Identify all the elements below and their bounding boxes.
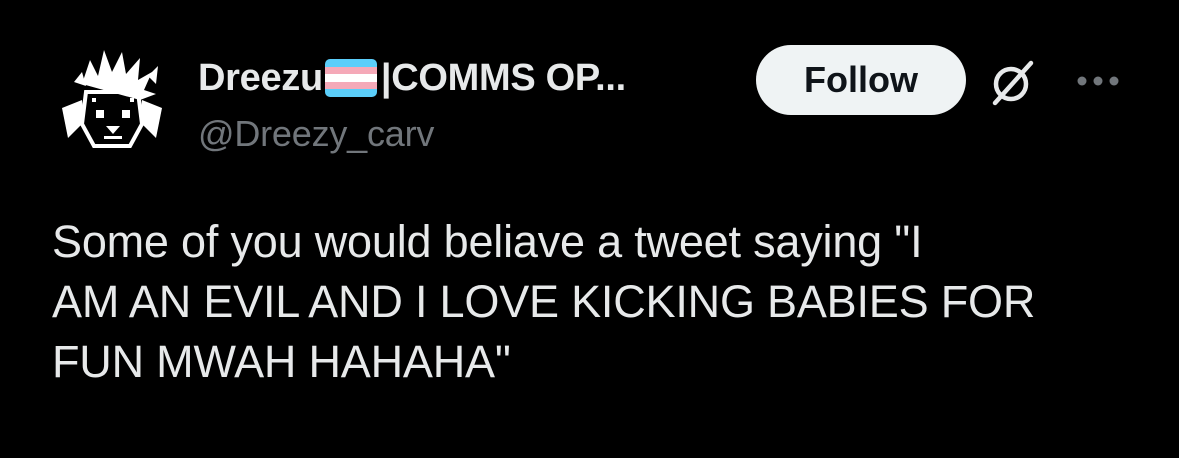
display-name[interactable]: Dreezu: [198, 57, 323, 100]
tweet-text-line: AM AN EVIL AND I LOVE KICKING BABIES FOR: [52, 276, 1036, 327]
flag-stripe: [324, 59, 377, 67]
flag-stripe: [324, 81, 377, 90]
follow-button[interactable]: Follow: [756, 45, 966, 115]
more-icon[interactable]: [1072, 66, 1124, 96]
flag-stripe: [324, 66, 377, 75]
display-name-row[interactable]: Dreezu |COMMS OP...: [198, 54, 626, 102]
display-name-suffix[interactable]: |COMMS OP...: [381, 57, 626, 100]
tweet-text: Some of you would beliave a tweet saying…: [52, 212, 1152, 392]
handle[interactable]: @Dreezy_carv: [198, 113, 434, 155]
more-dots-graphic: [1077, 76, 1119, 86]
tweet-text-line: Some of you would beliave a tweet saying…: [52, 216, 923, 267]
flag-stripe: [324, 74, 377, 82]
avatar-image: [62, 50, 162, 148]
grok-icon-graphic: [992, 60, 1034, 106]
trans-flag-icon: [324, 59, 377, 97]
tweet-text-line: FUN MWAH HAHAHA": [52, 336, 511, 387]
tweet: Dreezu |COMMS OP... @Dreezy_carv Follow …: [0, 0, 1179, 458]
avatar[interactable]: [52, 42, 172, 162]
flag-stripe: [324, 89, 377, 97]
grok-icon[interactable]: [985, 55, 1041, 111]
